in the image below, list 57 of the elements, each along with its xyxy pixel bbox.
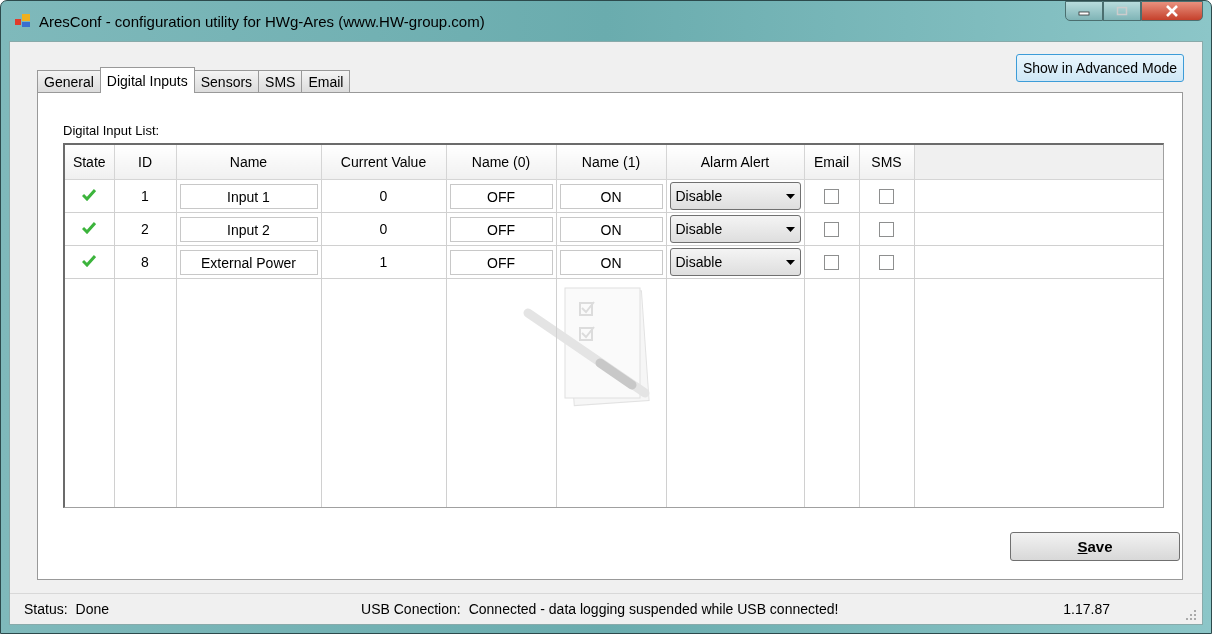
column-header: ID [114, 145, 176, 180]
save-button[interactable]: Save [1010, 532, 1180, 561]
window-title: AresConf - configuration utility for HWg-Ares (www.HW-group.com) [39, 12, 485, 30]
column-header: Name (0) [446, 145, 556, 180]
status-value: Done [75, 601, 110, 617]
sms-checkbox[interactable] [879, 189, 894, 205]
tab[interactable]: Sensors [193, 70, 260, 92]
maximize-icon [1116, 6, 1128, 16]
name-0-field[interactable]: OFF [449, 183, 553, 209]
email-checkbox[interactable] [824, 189, 839, 205]
sms-checkbox[interactable] [879, 222, 894, 238]
column-header: Alarm Alert [666, 145, 804, 180]
email-checkbox[interactable] [824, 255, 839, 271]
alarm-alert-dropdown[interactable]: Disable [669, 215, 801, 243]
advanced-mode-button[interactable]: Show in Advanced Mode [1015, 54, 1184, 82]
alarm-alert-dropdown[interactable]: Disable [669, 182, 801, 210]
table-cell: 1 [114, 179, 176, 213]
table-cell: 1 [321, 245, 446, 279]
email-checkbox[interactable] [824, 222, 839, 238]
version-label: 1.17.87 [1063, 601, 1110, 617]
name-field[interactable]: Input 2 [179, 216, 318, 242]
tab[interactable]: General [37, 70, 101, 92]
column-header: SMS [859, 145, 914, 180]
close-button[interactable] [1141, 1, 1203, 21]
table-cell: 2 [114, 212, 176, 246]
status-label: Status: [24, 601, 68, 617]
column-header: Current Value [321, 145, 446, 180]
name-0-field[interactable]: OFF [449, 216, 553, 242]
caret-icon [785, 193, 795, 199]
name-field[interactable]: External Power [179, 249, 318, 275]
table-cell: 0 [321, 212, 446, 246]
column-header: Name (1) [556, 145, 666, 180]
caret-icon [785, 226, 795, 232]
minimize-button[interactable] [1065, 1, 1103, 21]
usb-status: Connected - data logging suspended while USB connected! [468, 601, 839, 617]
app-icon [15, 14, 31, 28]
tab[interactable]: Email [301, 70, 351, 92]
name-1-field[interactable]: ON [559, 183, 663, 209]
column-header: Name [176, 145, 321, 180]
name-1-field[interactable]: ON [559, 249, 663, 275]
table-cell: 0 [321, 179, 446, 213]
maximize-button[interactable] [1103, 1, 1141, 21]
column-header: Email [804, 145, 859, 180]
tab[interactable]: Digital Inputs [99, 67, 195, 93]
caret-icon [785, 259, 795, 265]
column-header: State [65, 145, 114, 180]
alarm-alert-dropdown[interactable]: Disable [669, 248, 801, 276]
sms-checkbox[interactable] [879, 255, 894, 271]
name-0-field[interactable]: OFF [449, 249, 553, 275]
resize-grip-icon [1186, 610, 1196, 620]
list-label: Digital Input List: [63, 123, 161, 140]
tab[interactable]: SMS [258, 70, 303, 92]
usb-label: USB Conection: [361, 601, 461, 617]
table-cell: 8 [114, 245, 176, 279]
name-field[interactable]: Input 1 [179, 183, 318, 209]
name-1-field[interactable]: ON [559, 216, 663, 242]
close-icon [1165, 5, 1179, 17]
